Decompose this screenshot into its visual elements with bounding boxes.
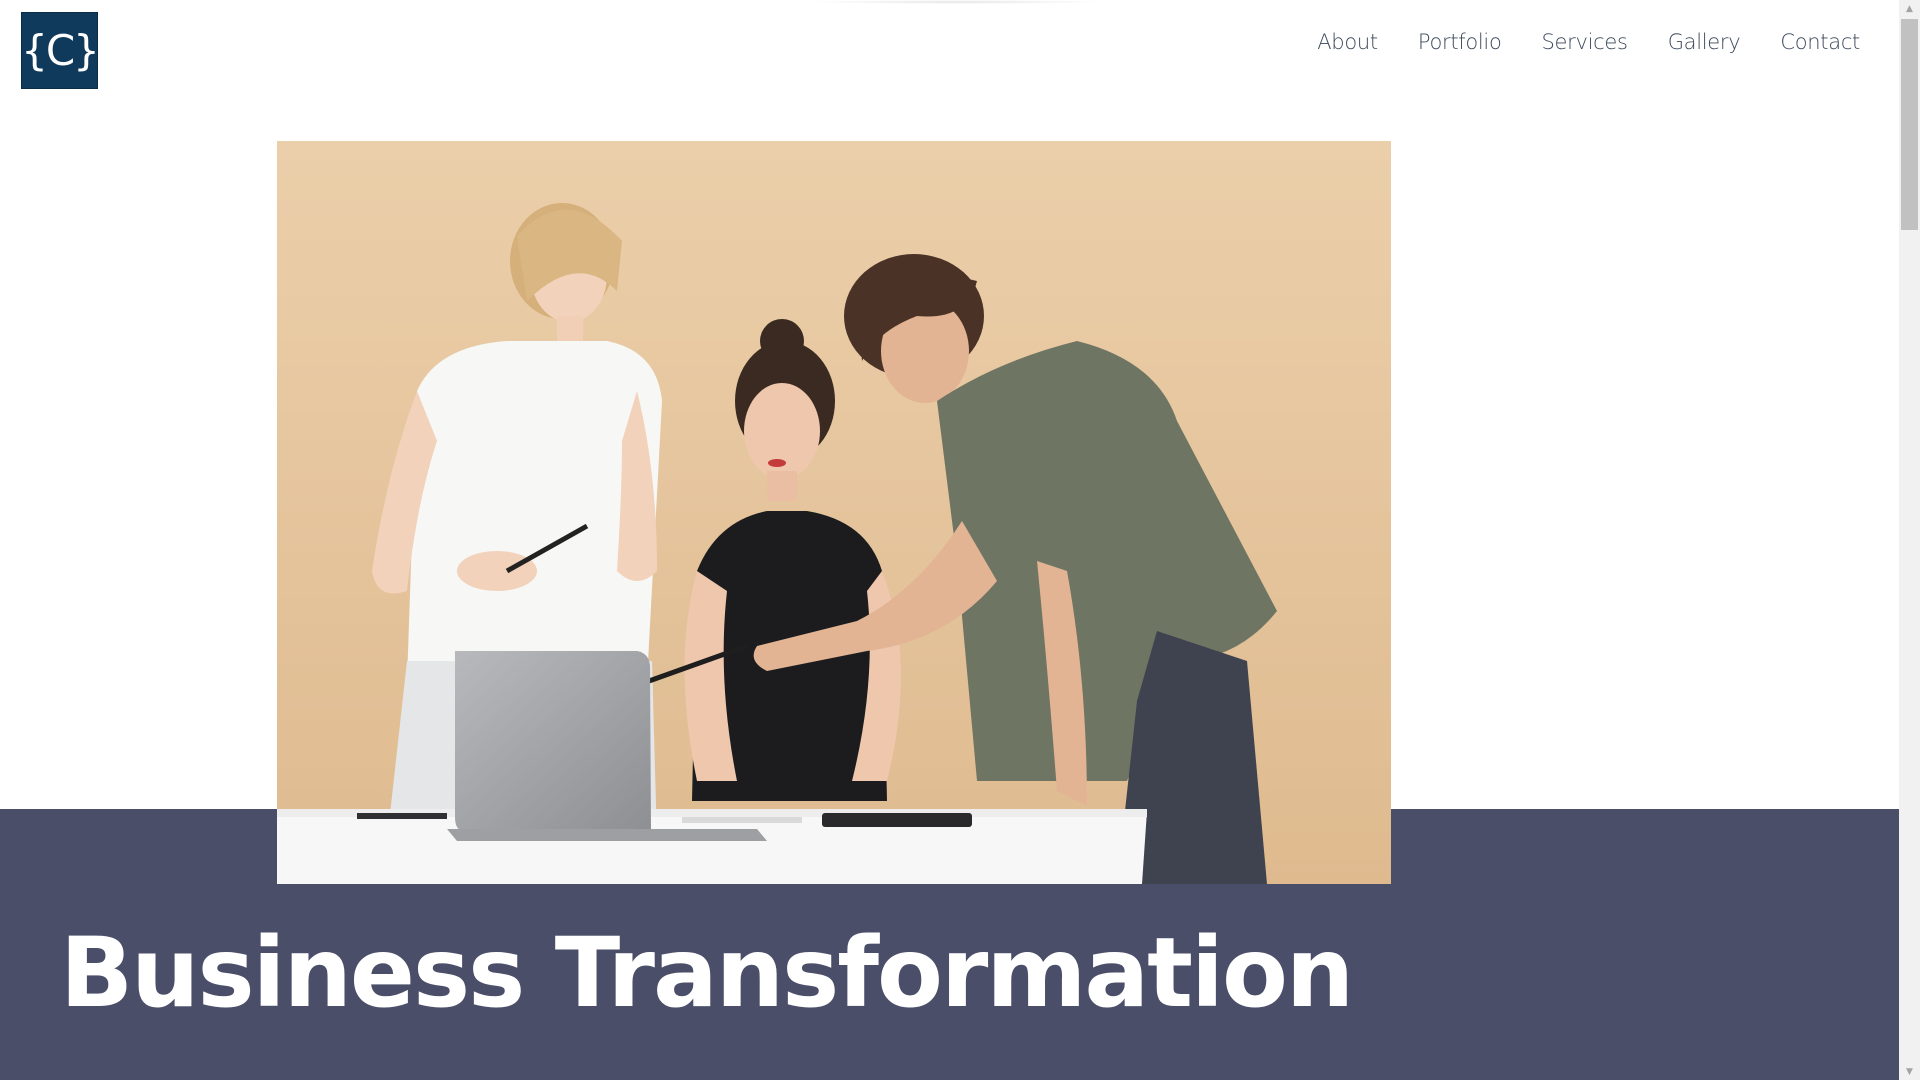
- logo[interactable]: {C}: [21, 12, 100, 89]
- nav-gallery[interactable]: Gallery: [1668, 30, 1741, 54]
- page: {C} About Portfolio Services Gallery Con…: [0, 0, 1899, 1080]
- scroll-thumb[interactable]: [1901, 19, 1918, 230]
- nav-services[interactable]: Services: [1542, 30, 1628, 54]
- main-nav: About Portfolio Services Gallery Contact: [1317, 30, 1860, 54]
- hero-title: Business Transformation: [60, 917, 1354, 1029]
- header-shadow: [808, 0, 1108, 4]
- nav-about[interactable]: About: [1317, 30, 1378, 54]
- team-photo-illustration: [277, 141, 1391, 884]
- nav-portfolio[interactable]: Portfolio: [1418, 30, 1502, 54]
- scrollbar[interactable]: ▲ ▼: [1899, 0, 1920, 1080]
- scroll-up-icon[interactable]: ▲: [1899, 0, 1920, 17]
- hero-image: [277, 141, 1391, 884]
- nav-contact[interactable]: Contact: [1780, 30, 1860, 54]
- scroll-down-icon[interactable]: ▼: [1899, 1063, 1920, 1080]
